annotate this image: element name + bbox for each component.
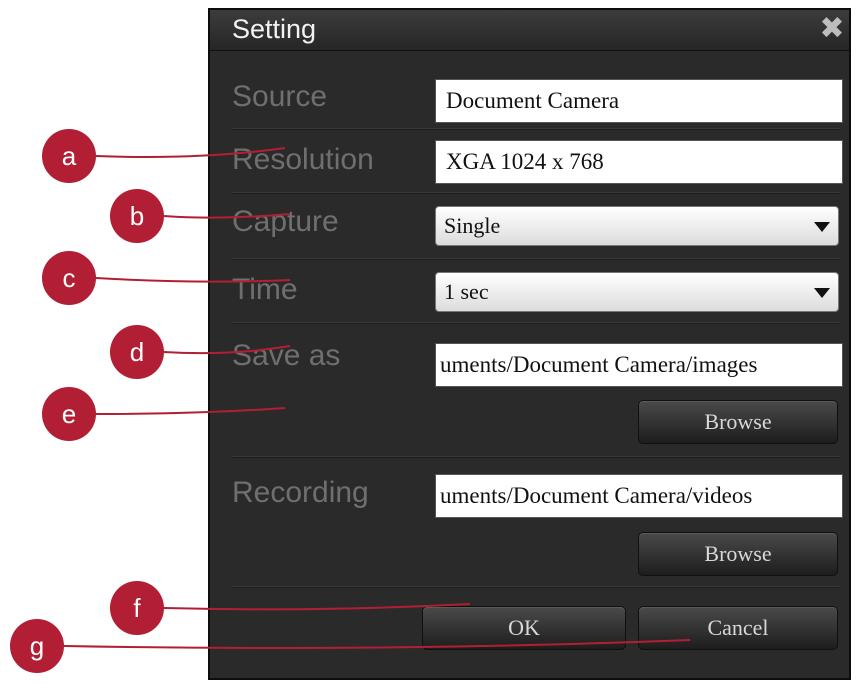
callout-a: a: [42, 129, 96, 183]
dialog-title: Setting: [232, 14, 317, 44]
divider: [232, 128, 841, 130]
callout-e: e: [42, 387, 96, 441]
chevron-down-icon: [814, 222, 830, 232]
resolution-field[interactable]: XGA 1024 x 768: [435, 140, 843, 184]
save-as-label: Save as: [232, 339, 341, 372]
resolution-label: Resolution: [232, 143, 374, 176]
recording-path-field[interactable]: uments/Document Camera/videos: [435, 474, 843, 518]
divider: [232, 192, 841, 194]
time-select[interactable]: 1 sec: [435, 272, 839, 312]
capture-select[interactable]: Single: [435, 206, 839, 246]
setting-dialog: Setting ✖ Source Document Camera Resolut…: [208, 8, 851, 680]
save-as-path-text: uments/Document Camera/images: [440, 352, 758, 377]
callout-c: c: [42, 251, 96, 305]
source-label: Source: [232, 80, 328, 113]
browse-images-button[interactable]: Browse: [638, 400, 838, 444]
recording-label: Recording: [232, 476, 369, 509]
capture-label: Capture: [232, 205, 339, 238]
callout-f: f: [110, 581, 164, 635]
callout-g: g: [10, 619, 64, 673]
save-as-path-field[interactable]: uments/Document Camera/images: [435, 343, 843, 387]
source-field[interactable]: Document Camera: [435, 79, 843, 123]
chevron-down-icon: [814, 288, 830, 298]
callout-b: b: [110, 189, 164, 243]
callout-d: d: [110, 325, 164, 379]
recording-path-text: uments/Document Camera/videos: [440, 483, 753, 508]
divider: [232, 322, 841, 324]
divider: [232, 258, 841, 260]
browse-videos-button[interactable]: Browse: [638, 532, 838, 576]
capture-selected-value: Single: [444, 213, 501, 238]
time-selected-value: 1 sec: [444, 279, 489, 304]
time-label: Time: [232, 273, 298, 306]
cancel-button[interactable]: Cancel: [638, 606, 838, 650]
divider: [232, 456, 841, 458]
close-icon[interactable]: ✖: [817, 14, 847, 44]
title-bar[interactable]: Setting ✖: [210, 10, 849, 51]
divider: [232, 586, 841, 588]
ok-button[interactable]: OK: [422, 606, 626, 650]
